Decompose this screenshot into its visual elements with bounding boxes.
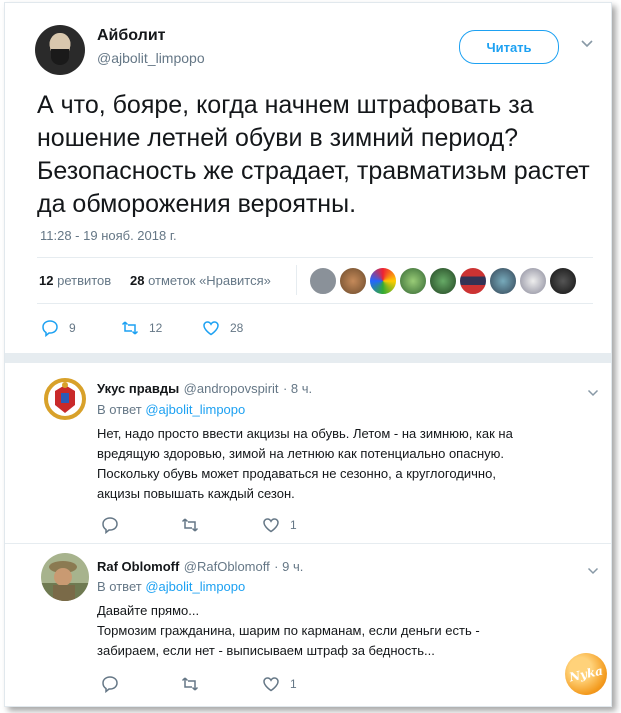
reply-text-line: Давайте прямо... bbox=[97, 603, 200, 618]
reply-author-handle[interactable]: @RafOblomoff bbox=[184, 559, 270, 574]
reply-text-line: Нет, надо просто ввести акцизы на обувь.… bbox=[97, 426, 513, 441]
stats-separator bbox=[296, 265, 297, 295]
divider bbox=[37, 257, 593, 258]
retweet-action[interactable] bbox=[181, 516, 199, 534]
retweet-icon bbox=[181, 518, 199, 532]
liker-avatar[interactable] bbox=[369, 267, 397, 295]
liker-avatar[interactable] bbox=[549, 267, 577, 295]
reply-text-line: акцизы повышать каждый сезон. bbox=[97, 486, 295, 501]
reply-text-line: забираем, если нет - выписываем штраф за… bbox=[97, 643, 435, 658]
divider bbox=[37, 303, 593, 304]
reply-to-handle[interactable]: @ajbolit_limpopo bbox=[145, 402, 245, 417]
like-count: 1 bbox=[290, 518, 297, 532]
reply-action[interactable]: 9 bbox=[41, 319, 76, 337]
reply-text: Нет, надо просто ввести акцизы на обувь.… bbox=[97, 424, 557, 504]
follow-button[interactable]: Читать bbox=[459, 30, 559, 64]
retweet-action[interactable] bbox=[181, 675, 199, 693]
reply-to-prefix: В ответ bbox=[97, 579, 142, 594]
reply-to: В ответ @ajbolit_limpopo bbox=[97, 579, 245, 594]
reply-author-handle[interactable]: @andropovspirit bbox=[184, 381, 279, 396]
reply-text: Давайте прямо... Тормозим гражданина, ша… bbox=[97, 601, 557, 661]
retweets-label: ретвитов bbox=[57, 273, 112, 288]
reply-action[interactable] bbox=[101, 675, 119, 693]
liker-avatar[interactable] bbox=[429, 267, 457, 295]
liker-avatar[interactable] bbox=[459, 267, 487, 295]
reply-count: 9 bbox=[69, 321, 76, 335]
chevron-down-icon[interactable] bbox=[580, 36, 594, 52]
likes-label: отметок «Нравится» bbox=[148, 273, 271, 288]
author-name[interactable]: Айболит bbox=[97, 27, 165, 45]
reply-time[interactable]: · 9 ч. bbox=[274, 559, 303, 574]
tweet-card: Айболит @ajbolit_limpopo Читать А что, б… bbox=[4, 2, 612, 707]
liker-avatar[interactable] bbox=[309, 267, 337, 295]
retweet-count: 12 bbox=[149, 321, 163, 335]
reply-header: Raf Oblomoff @RafOblomoff · 9 ч. bbox=[97, 558, 303, 576]
reply-to-prefix: В ответ bbox=[97, 402, 142, 417]
retweets-stat[interactable]: 12 ретвитов bbox=[39, 273, 111, 288]
retweet-icon bbox=[121, 321, 139, 335]
reply-to-handle[interactable]: @ajbolit_limpopo bbox=[145, 579, 245, 594]
retweet-action[interactable]: 12 bbox=[121, 319, 162, 337]
reply-action[interactable] bbox=[101, 516, 119, 534]
liker-avatar[interactable] bbox=[399, 267, 427, 295]
reply-author-name[interactable]: Raf Oblomoff bbox=[97, 559, 179, 574]
tweet-text: А что, бояре, когда начнем штрафовать за… bbox=[37, 91, 590, 218]
likes-count: 28 bbox=[130, 273, 145, 288]
chevron-down-icon[interactable] bbox=[587, 562, 599, 578]
like-action[interactable]: 1 bbox=[262, 516, 297, 534]
divider bbox=[5, 543, 611, 544]
author-handle[interactable]: @ajbolit_limpopo bbox=[97, 50, 205, 66]
reply-avatar[interactable] bbox=[41, 553, 89, 601]
watermark-logo: Nyka bbox=[561, 649, 611, 699]
heart-icon bbox=[263, 518, 279, 533]
like-count: 1 bbox=[290, 677, 297, 691]
retweets-count: 12 bbox=[39, 273, 54, 288]
liker-avatar[interactable] bbox=[519, 267, 547, 295]
reply-avatar[interactable] bbox=[41, 375, 89, 423]
section-gap bbox=[5, 353, 611, 363]
tweet-timestamp[interactable]: 11:28 - 19 нояб. 2018 г. bbox=[40, 228, 177, 243]
heart-icon bbox=[203, 321, 219, 336]
reply-text-line: Тормозим гражданина, шарим по карманам, … bbox=[97, 623, 480, 638]
heart-icon bbox=[263, 677, 279, 692]
author-avatar[interactable] bbox=[35, 25, 85, 75]
like-action[interactable]: 28 bbox=[202, 319, 243, 337]
reply-text-line: Поскольку обувь может продаваться не сез… bbox=[97, 466, 496, 481]
likers-avatars bbox=[309, 267, 577, 295]
reply-icon bbox=[42, 320, 58, 337]
liker-avatar[interactable] bbox=[489, 267, 517, 295]
liker-avatar[interactable] bbox=[339, 267, 367, 295]
reply-header: Укус правды @andropovspirit · 8 ч. bbox=[97, 380, 312, 398]
reply-author-name[interactable]: Укус правды bbox=[97, 381, 179, 396]
likes-stat[interactable]: 28 отметок «Нравится» bbox=[130, 273, 271, 288]
like-count: 28 bbox=[230, 321, 244, 335]
like-action[interactable]: 1 bbox=[262, 675, 297, 693]
reply-time[interactable]: · 8 ч. bbox=[283, 381, 312, 396]
chevron-down-icon[interactable] bbox=[587, 384, 599, 400]
reply-to: В ответ @ajbolit_limpopo bbox=[97, 402, 245, 417]
reply-icon bbox=[102, 676, 118, 693]
reply-icon bbox=[102, 517, 118, 534]
retweet-icon bbox=[181, 677, 199, 691]
reply-text-line: вредящую здоровью, зимой на летнюю как п… bbox=[97, 446, 504, 461]
